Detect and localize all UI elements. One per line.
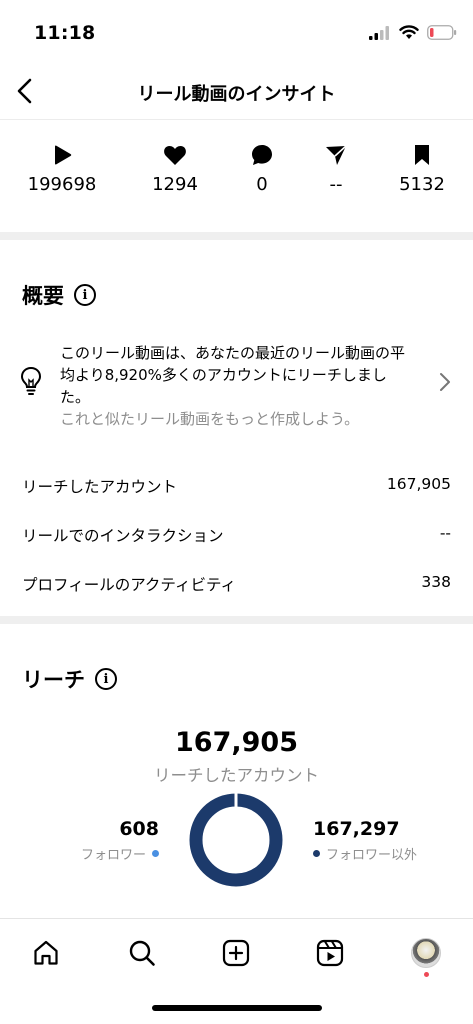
insight-text: このリール動画は、あなたの最近のリール動画の平均より8,920%多くのアカウント…: [60, 344, 406, 406]
metrics-row: 199698 1294 0 -- 5132: [0, 142, 473, 212]
metric-plays-value: 199698: [27, 174, 97, 195]
insight-subtext: これと似たリール動画をもっと作成しよう。: [60, 410, 360, 428]
lightbulb-icon: [20, 366, 42, 395]
reach-donut-chart: [189, 792, 283, 887]
wifi-icon: [399, 25, 419, 39]
status-icons: [369, 25, 457, 40]
nav-bar: リール動画のインサイト: [0, 62, 473, 120]
stat-label: リールでのインタラクション: [22, 527, 224, 545]
reach-total: 167,905: [175, 727, 298, 758]
insight-text-block: このリール動画は、あなたの最近のリール動画の平均より8,920%多くのアカウント…: [60, 342, 412, 430]
reach-title-text: リーチ: [22, 668, 85, 692]
battery-icon: [427, 25, 457, 40]
donut-followers-gap: [234, 792, 238, 808]
tab-home[interactable]: [26, 933, 66, 973]
stat-row-profile-activity[interactable]: プロフィールのアクティビティ 338: [22, 573, 451, 595]
metric-shares: --: [286, 142, 386, 195]
save-icon: [415, 145, 429, 165]
info-icon[interactable]: i: [74, 284, 96, 306]
stat-value: --: [439, 524, 451, 542]
non-followers-value: 167,297: [313, 818, 400, 840]
stat-label: リーチしたアカウント: [22, 478, 178, 496]
non-followers-dot: [313, 850, 320, 857]
non-followers-label: フォロワー以外: [326, 848, 418, 863]
heart-icon: [164, 146, 186, 165]
followers-dot: [152, 850, 159, 857]
signal-icon: [369, 25, 389, 40]
insight-card[interactable]: このリール動画は、あなたの最近のリール動画の平均より8,920%多くのアカウント…: [0, 338, 473, 428]
stat-row-reached[interactable]: リーチしたアカウント 167,905: [22, 475, 451, 497]
followers-legend: フォロワー: [81, 844, 159, 863]
metric-saves: 5132: [372, 142, 472, 195]
info-icon[interactable]: i: [95, 668, 117, 690]
overview-title: 概要 i: [22, 280, 96, 310]
share-icon: [326, 145, 347, 165]
play-icon: [55, 145, 72, 165]
metric-plays: 199698: [12, 142, 112, 195]
followers-block: 608 フォロワー: [81, 818, 159, 863]
chevron-right-icon: [440, 373, 450, 391]
section-divider: [0, 232, 473, 240]
home-indicator: [152, 1005, 322, 1011]
reach-title: リーチ i: [22, 664, 117, 694]
metric-saves-value: 5132: [399, 174, 445, 195]
home-icon: [34, 940, 58, 965]
tab-search[interactable]: [122, 933, 162, 973]
status-time: 11:18: [34, 22, 96, 44]
metric-likes-value: 1294: [152, 174, 198, 195]
stat-value: 167,905: [386, 475, 451, 493]
non-followers-legend: フォロワー以外: [313, 844, 417, 863]
page-title: リール動画のインサイト: [137, 84, 336, 105]
donut-non-followers-arc: [189, 793, 283, 887]
non-followers-block: 167,297 フォロワー以外: [313, 818, 417, 863]
tab-reels[interactable]: [310, 933, 350, 973]
followers-label: フォロワー: [80, 848, 146, 863]
comment-icon: [252, 145, 272, 165]
overview-title-text: 概要: [22, 284, 64, 308]
stat-value: 338: [421, 573, 451, 591]
reels-icon: [316, 939, 344, 967]
section-divider: [0, 616, 473, 624]
metric-likes: 1294: [125, 142, 225, 195]
stat-label: プロフィールのアクティビティ: [22, 576, 237, 594]
tab-create[interactable]: [216, 933, 256, 973]
reach-total-label: リーチしたアカウント: [154, 766, 319, 785]
metric-shares-value: --: [329, 174, 343, 195]
avatar: [411, 938, 441, 968]
tab-profile[interactable]: [406, 933, 446, 977]
stat-row-interactions[interactable]: リールでのインタラクション --: [22, 524, 451, 546]
status-bar: 11:18: [0, 0, 473, 62]
notification-dot: [424, 972, 429, 977]
create-icon: [222, 939, 250, 967]
followers-value: 608: [119, 818, 159, 840]
search-icon: [129, 940, 155, 966]
